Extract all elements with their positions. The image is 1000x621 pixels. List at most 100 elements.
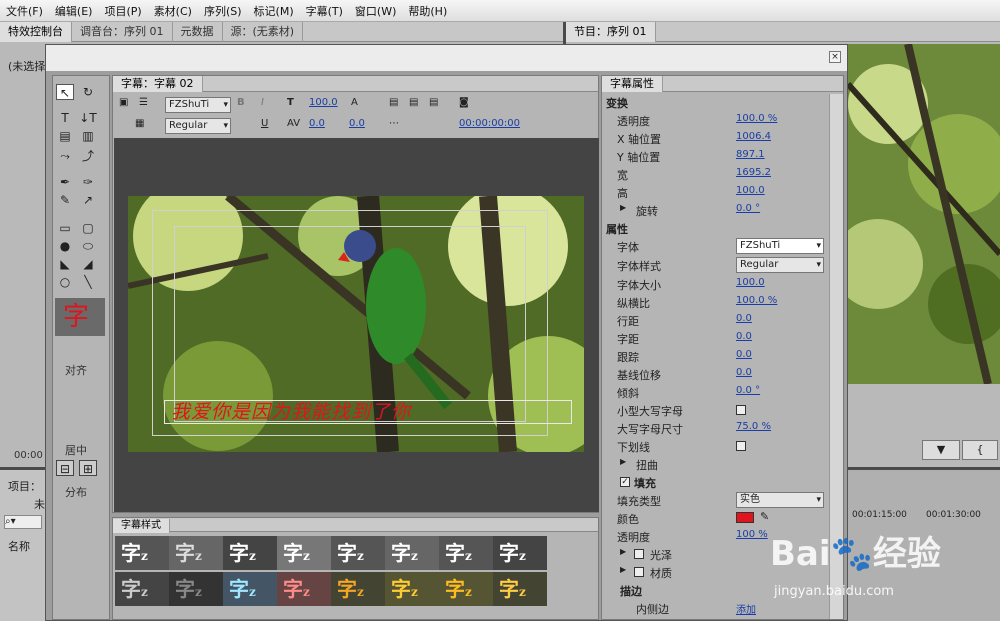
font-family-dropdown[interactable]: FZShuTi (165, 97, 231, 113)
align-center-icon[interactable]: ▤ (409, 97, 418, 108)
style-swatch[interactable]: 字z (223, 572, 277, 606)
style-swatch[interactable]: 字z (385, 536, 439, 570)
search-icon[interactable]: ⌕▾ (4, 515, 42, 529)
style-swatch[interactable]: 字z (115, 572, 169, 606)
style-swatch[interactable]: 字z (277, 536, 331, 570)
center-horizontal-icon[interactable]: ⊞ (79, 460, 97, 476)
round-rect-tool-icon[interactable]: ⬭ (79, 238, 97, 254)
rounded-rect-tool-icon[interactable]: ▢ (79, 220, 97, 236)
font-size-prop-value[interactable]: 100.0 (736, 277, 765, 288)
align-right-icon[interactable]: ▤ (429, 97, 438, 108)
sheen-checkbox[interactable] (634, 549, 644, 559)
in-point-button[interactable]: { (962, 440, 998, 460)
style-swatch[interactable]: 字z (277, 572, 331, 606)
delete-anchor-icon[interactable]: ✑ (79, 174, 97, 190)
tab-metadata[interactable]: 元数据 (173, 21, 223, 42)
menu-item-1[interactable]: 编辑(E) (49, 3, 99, 19)
title-timecode[interactable]: 00:00:00:00 (459, 118, 520, 129)
style-swatch[interactable]: 字z (385, 572, 439, 606)
style-swatch[interactable]: 字z (493, 536, 547, 570)
slant-value[interactable]: 0.0 ° (736, 385, 760, 396)
expand-arrow-icon[interactable]: ▶ (620, 565, 626, 574)
baseline-value[interactable]: 0.0 (736, 367, 752, 378)
menu-item-4[interactable]: 序列(S) (198, 3, 248, 19)
bold-icon[interactable]: B (237, 97, 245, 108)
tab-stops-icon[interactable]: ⋯ (389, 118, 399, 129)
tab-title-styles[interactable]: 字幕样式 (113, 519, 170, 533)
menu-item-8[interactable]: 帮助(H) (402, 3, 453, 19)
vertical-path-type-icon[interactable]: ⤴ (79, 148, 97, 164)
font-style-dropdown[interactable]: Regular (165, 118, 231, 134)
texture-checkbox[interactable] (634, 567, 644, 577)
vertical-area-type-icon[interactable]: ▥ (79, 128, 97, 144)
smallcaps-checkbox[interactable] (736, 405, 746, 415)
close-icon[interactable]: × (829, 51, 841, 63)
smallcaps-size-value[interactable]: 75.0 % (736, 421, 771, 432)
wedge-tool-icon[interactable]: ◣ (56, 256, 74, 272)
ellipse-tool-icon[interactable]: ○ (56, 274, 74, 290)
text-bounding-box[interactable]: 我爱你是因为我能找到了你 (164, 400, 572, 424)
tab-title-designer[interactable]: 字幕：字幕 02 (113, 76, 203, 92)
expand-arrow-icon[interactable]: ▶ (620, 547, 626, 556)
kerning-value[interactable]: 0.0 (309, 118, 325, 129)
clipped-rect-tool-icon[interactable]: ● (56, 238, 74, 254)
path-type-tool-icon[interactable]: ⤳ (56, 148, 74, 164)
opacity-value[interactable]: 100.0 % (736, 113, 777, 124)
font-dropdown[interactable]: FZShuTi (736, 238, 824, 254)
tracking-value[interactable]: 0.0 (736, 349, 752, 360)
selection-tool-icon[interactable]: ↖ (56, 84, 74, 100)
style-swatch[interactable]: 字z (439, 572, 493, 606)
show-background-icon[interactable]: ◙ (459, 97, 469, 108)
marker-button[interactable]: ▼ (922, 440, 960, 460)
italic-icon[interactable]: I (261, 97, 264, 108)
menu-item-6[interactable]: 字幕(T) (300, 3, 349, 19)
tab-effect-controls[interactable]: 特效控制台 (0, 21, 72, 42)
title-canvas[interactable]: 我爱你是因为我能找到了你 (114, 138, 599, 512)
menu-item-2[interactable]: 项目(P) (98, 3, 147, 19)
arc-tool-icon[interactable]: ◢ (79, 256, 97, 272)
add-anchor-icon[interactable]: ✎ (56, 192, 74, 208)
menu-item-5[interactable]: 标记(M) (248, 3, 300, 19)
leading-value[interactable]: 0.0 (349, 118, 365, 129)
tab-title-properties[interactable]: 字幕属性 (602, 76, 663, 92)
style-swatch[interactable]: 字z (169, 536, 223, 570)
kerning-prop-value[interactable]: 0.0 (736, 331, 752, 342)
style-swatch[interactable]: 字z (223, 536, 277, 570)
ypos-value[interactable]: 897.1 (736, 149, 765, 160)
underline-icon[interactable]: U (261, 118, 268, 129)
style-swatch[interactable]: 字z (331, 572, 385, 606)
vertical-type-tool-icon[interactable]: ↓T (79, 110, 97, 126)
menu-item-3[interactable]: 素材(C) (148, 3, 198, 19)
style-swatch[interactable]: 字z (493, 572, 547, 606)
underline-checkbox[interactable] (736, 441, 746, 451)
add-inner-stroke-link[interactable]: 添加 (736, 601, 756, 616)
style-swatch[interactable]: 字z (169, 572, 223, 606)
type-tool-icon[interactable]: T (56, 110, 74, 126)
expand-arrow-icon[interactable]: ▶ (620, 203, 626, 212)
aspect-value[interactable]: 100.0 % (736, 295, 777, 306)
line-tool-icon[interactable]: ╲ (79, 274, 97, 290)
align-left-icon[interactable]: ▤ (389, 97, 398, 108)
font-style-dropdown-prop[interactable]: Regular (736, 257, 824, 273)
pen-tool-icon[interactable]: ✒ (56, 174, 74, 190)
center-vertical-icon[interactable]: ⊟ (56, 460, 74, 476)
fill-color-swatch[interactable] (736, 512, 754, 523)
rectangle-tool-icon[interactable]: ▭ (56, 220, 74, 236)
rotation-tool-icon[interactable]: ↻ (79, 84, 97, 100)
style-swatch[interactable]: 字z (439, 536, 493, 570)
fill-checkbox[interactable]: ✓ (620, 477, 630, 487)
new-title-icon[interactable]: ▣ (119, 97, 128, 108)
width-value[interactable]: 1695.2 (736, 167, 771, 178)
font-size-value[interactable]: 100.0 (309, 97, 338, 108)
area-type-tool-icon[interactable]: ▤ (56, 128, 74, 144)
convert-anchor-icon[interactable]: ↗ (79, 192, 97, 208)
template-icon[interactable]: ▦ (135, 118, 144, 129)
tab-program[interactable]: 节目：序列 01 (566, 21, 656, 42)
style-swatch[interactable]: 字z (331, 536, 385, 570)
menu-item-7[interactable]: 窗口(W) (349, 3, 402, 19)
tab-source[interactable]: 源：(无素材) (223, 21, 304, 42)
caption-text[interactable]: 我爱你是因为我能找到了你 (165, 401, 571, 423)
project-tab[interactable]: 项目： (8, 478, 41, 494)
expand-arrow-icon[interactable]: ▶ (620, 457, 626, 466)
leading-prop-value[interactable]: 0.0 (736, 313, 752, 324)
